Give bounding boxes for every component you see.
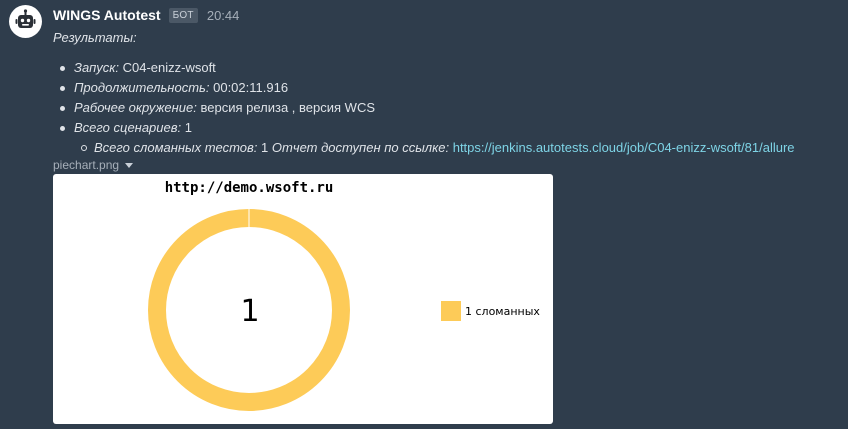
message-header: WINGS Autotest БОТ 20:44 — [53, 6, 239, 24]
legend-swatch — [441, 301, 461, 321]
attachment-filename[interactable]: piechart.png — [53, 158, 119, 172]
item-value: версия релиза , версия WCS — [200, 100, 376, 115]
robot-icon — [15, 9, 36, 28]
list-item: Рабочее окружение: версия релиза , верси… — [60, 98, 795, 118]
bot-badge: БОТ — [168, 7, 198, 23]
list-item: Всего сценариев: 1 — [60, 118, 795, 138]
results-sublist: Всего сломанных тестов: 1 Отчет доступен… — [74, 138, 795, 158]
results-list: Запуск: C04-enizz-wsoft Продолжительност… — [53, 58, 795, 138]
allure-report-link[interactable]: https://jenkins.autotests.cloud/job/C04-… — [453, 140, 795, 155]
attachment-header[interactable]: piechart.png — [53, 157, 134, 173]
bot-avatar[interactable] — [9, 5, 42, 38]
results-title: Результаты: — [53, 30, 137, 45]
author-name[interactable]: WINGS Autotest — [53, 7, 161, 23]
legend-label: 1 сломанных — [465, 305, 540, 318]
item-value: 1 — [261, 140, 269, 155]
list-item: Всего сломанных тестов: 1 Отчет доступен… — [81, 138, 795, 158]
list-item: Запуск: C04-enizz-wsoft — [60, 58, 795, 78]
item-label: Всего сценариев: — [74, 120, 182, 135]
item-value: 1 — [184, 120, 193, 135]
item-label: Всего сломанных тестов: — [94, 140, 258, 155]
report-label: Отчет доступен по ссылке: — [271, 140, 450, 155]
chat-message: WINGS Autotest БОТ 20:44 Результаты: Зап… — [0, 0, 848, 429]
item-label: Запуск: — [74, 60, 119, 75]
pie-chart: http://demo.wsoft.ru 1 1 сломанных — [148, 180, 540, 411]
item-label: Продолжительность: — [74, 80, 210, 95]
chart-image[interactable]: http://demo.wsoft.ru 1 1 сломанных — [53, 174, 553, 424]
message-body: Результаты: Запуск: C04-enizz-wsoft Прод… — [53, 28, 795, 158]
center-label: 1 — [240, 294, 259, 329]
chart-title: http://demo.wsoft.ru — [165, 180, 334, 196]
list-item: Продолжительность: 00:02:11.916 — [60, 78, 795, 98]
caret-down-icon[interactable] — [125, 162, 134, 168]
item-value: 00:02:11.916 — [213, 80, 289, 95]
message-timestamp[interactable]: 20:44 — [207, 8, 240, 23]
item-label: Рабочее окружение: — [74, 100, 197, 115]
item-value: C04-enizz-wsoft — [122, 60, 216, 75]
